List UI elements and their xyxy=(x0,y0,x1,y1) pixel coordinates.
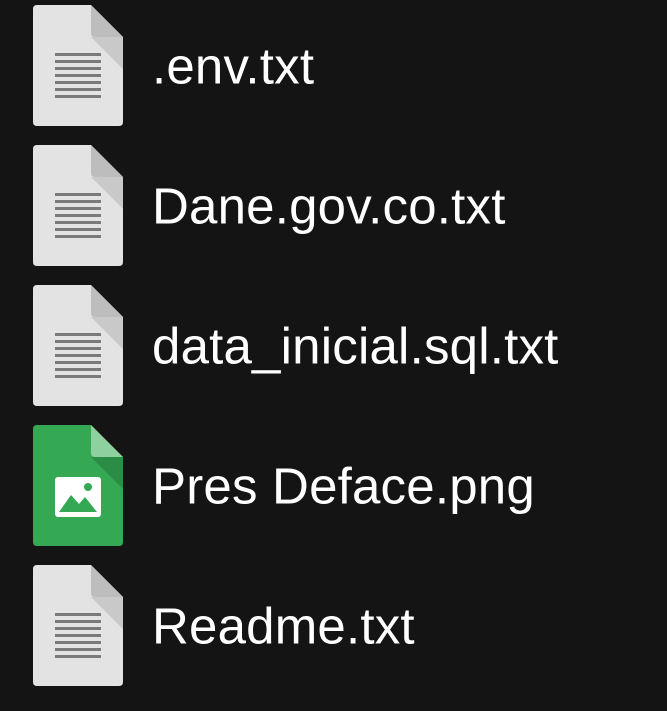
file-name: Dane.gov.co.txt xyxy=(152,177,506,235)
file-name: Pres Deface.png xyxy=(152,457,535,515)
image-file-icon xyxy=(33,425,123,546)
file-row-data-inicial[interactable]: data_inicial.sql.txt xyxy=(0,280,667,420)
file-row-pres-deface[interactable]: Pres Deface.png xyxy=(0,420,667,560)
file-row-dane[interactable]: Dane.gov.co.txt xyxy=(0,140,667,280)
text-file-icon xyxy=(33,145,123,266)
file-name: Readme.txt xyxy=(152,597,415,655)
file-row-readme[interactable]: Readme.txt xyxy=(0,560,667,700)
file-row-env[interactable]: .env.txt xyxy=(0,0,667,140)
text-file-icon xyxy=(33,565,123,686)
text-file-icon xyxy=(33,5,123,126)
file-list: .env.txt Dane.gov.co.txt data_inicial.sq… xyxy=(0,0,667,711)
text-file-icon xyxy=(33,285,123,406)
file-name: data_inicial.sql.txt xyxy=(152,317,559,375)
file-name: .env.txt xyxy=(152,37,315,95)
